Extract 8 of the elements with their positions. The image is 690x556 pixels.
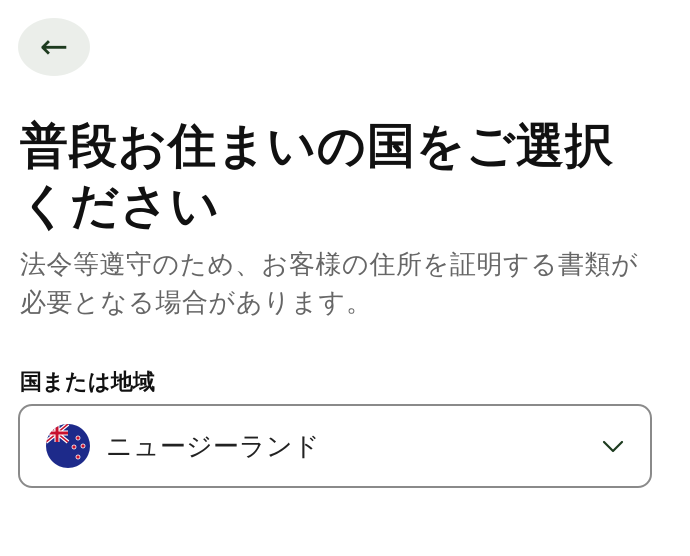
country-select[interactable]: ニュージーランド — [18, 404, 652, 488]
page-title: 普段お住まいの国をご選択ください — [20, 117, 615, 236]
description-text: 法令等遵守のため、お客様の住所を証明する書類が必要となる場合があります。 — [20, 249, 640, 320]
selected-country: ニュージーランド — [106, 430, 321, 464]
back-button[interactable]: ← — [18, 18, 90, 76]
field-label: 国または地域 — [20, 369, 156, 397]
chevron-down-icon — [602, 440, 624, 452]
flag-icon — [46, 424, 90, 468]
